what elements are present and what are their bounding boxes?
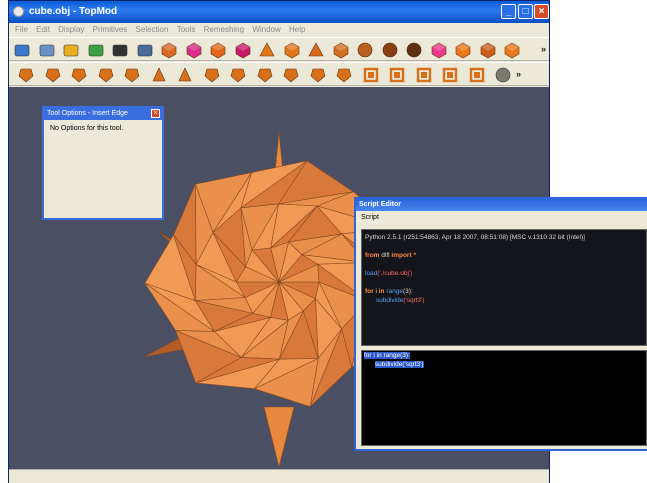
script-menu[interactable]: Script [356, 211, 647, 224]
console-line-load: load('./cube.obj') [365, 270, 413, 277]
mesh-cube-1-icon[interactable] [160, 41, 178, 59]
close-button[interactable]: × [534, 4, 549, 19]
extrude-2-icon[interactable] [44, 66, 62, 84]
stellate-icon[interactable] [176, 66, 194, 84]
tool-options-title: Tool Options - Insert Edge [47, 110, 128, 117]
title-bar[interactable]: cube.obj - TopMod _ □ × [9, 1, 549, 23]
console-line-import: from dlfl import * [365, 252, 416, 259]
frame-icon[interactable] [441, 66, 459, 84]
tool-options-message: No Options for this tool. [50, 125, 124, 132]
tool-options-close-button[interactable]: × [151, 109, 160, 118]
pyramid-icon[interactable] [307, 41, 325, 59]
extrude-5-icon[interactable] [123, 66, 141, 84]
script-console-output: Python 2.5.1 (r251:54863, Apr 18 2007, 0… [361, 229, 647, 346]
app-icon [13, 6, 24, 17]
sculpt-ball-icon[interactable] [494, 66, 512, 84]
menu-display[interactable]: Display [58, 23, 84, 37]
mesh-spike-bottom [263, 406, 295, 468]
status-bar [9, 469, 549, 483]
window-title: cube.obj - TopMod [29, 6, 118, 17]
menu-selection[interactable]: Selection [136, 23, 169, 37]
cube-orange-icon[interactable] [454, 41, 472, 59]
main-toolbar: » [9, 37, 549, 61]
mesh-cube-3-icon[interactable] [209, 41, 227, 59]
cage-icon[interactable] [415, 66, 433, 84]
menu-edit[interactable]: Edit [36, 23, 50, 37]
save-icon[interactable] [38, 41, 56, 59]
screen-icon[interactable] [136, 41, 154, 59]
camera-icon[interactable] [111, 41, 129, 59]
script-editor-window: Script Editor Script Python 2.5.1 (r251:… [354, 197, 647, 451]
extrude-3-icon[interactable] [70, 66, 88, 84]
icosa-icon[interactable] [356, 41, 374, 59]
editor-line-1[interactable]: for i in range(3): [364, 352, 410, 359]
tool-options-panel: Tool Options - Insert Edge × No Options … [42, 106, 164, 220]
extrude-4-icon[interactable] [97, 66, 115, 84]
tile-icon[interactable] [282, 66, 300, 84]
menu-primitives[interactable]: Primitives [93, 23, 128, 37]
open-folder-icon[interactable] [13, 41, 31, 59]
editor-line-2[interactable]: subdivide('sqrt3') [374, 361, 424, 368]
toolbar-more-button[interactable]: » [541, 44, 546, 54]
console-line-subdivide: subdivide('sqrt3') [375, 297, 425, 304]
extrude-1-icon[interactable] [17, 66, 35, 84]
ball-icon[interactable] [381, 41, 399, 59]
script-input-editor[interactable]: for i in range(3): subdivide('sqrt3') [361, 350, 647, 446]
chamfer-icon[interactable] [256, 66, 274, 84]
octa-icon[interactable] [283, 41, 301, 59]
menu-window[interactable]: Window [252, 23, 280, 37]
doosabin-icon[interactable] [203, 66, 221, 84]
redo-icon[interactable] [87, 41, 105, 59]
menu-help[interactable]: Help [289, 23, 305, 37]
menu-remeshing[interactable]: Remeshing [204, 23, 244, 37]
dodeca-icon[interactable] [332, 41, 350, 59]
bevel-icon[interactable] [229, 66, 247, 84]
menu-file[interactable]: File [15, 23, 28, 37]
mesh-cube-2-icon[interactable] [185, 41, 203, 59]
console-banner: Python 2.5.1 (r251:54863, Apr 18 2007, 0… [365, 234, 585, 241]
lattice-icon[interactable] [388, 66, 406, 84]
loft-icon[interactable] [362, 66, 380, 84]
minimize-button[interactable]: _ [501, 4, 516, 19]
handle-icon[interactable] [335, 66, 353, 84]
script-editor-title[interactable]: Script Editor [356, 199, 647, 211]
undo-icon[interactable] [62, 41, 80, 59]
tools-toolbar: » [9, 62, 549, 86]
menu-tools[interactable]: Tools [177, 23, 196, 37]
cube-shade-icon[interactable] [479, 41, 497, 59]
sphere-icon[interactable] [405, 41, 423, 59]
console-line-for: for i in range(3): [365, 288, 413, 295]
cube-mix-icon[interactable] [503, 41, 521, 59]
grid-cube-icon[interactable] [468, 66, 486, 84]
cube-red-icon[interactable] [430, 41, 448, 59]
tetra-icon[interactable] [258, 41, 276, 59]
column-icon[interactable] [309, 66, 327, 84]
menu-bar: File Edit Display Primitives Selection T… [9, 23, 549, 37]
maximize-button[interactable]: □ [518, 4, 533, 19]
pyramid-small-icon[interactable] [150, 66, 168, 84]
toolbar2-more-button[interactable]: » [516, 69, 521, 79]
tool-options-title-bar[interactable]: Tool Options - Insert Edge × [44, 108, 162, 120]
mesh-cube-4-icon[interactable] [234, 41, 252, 59]
